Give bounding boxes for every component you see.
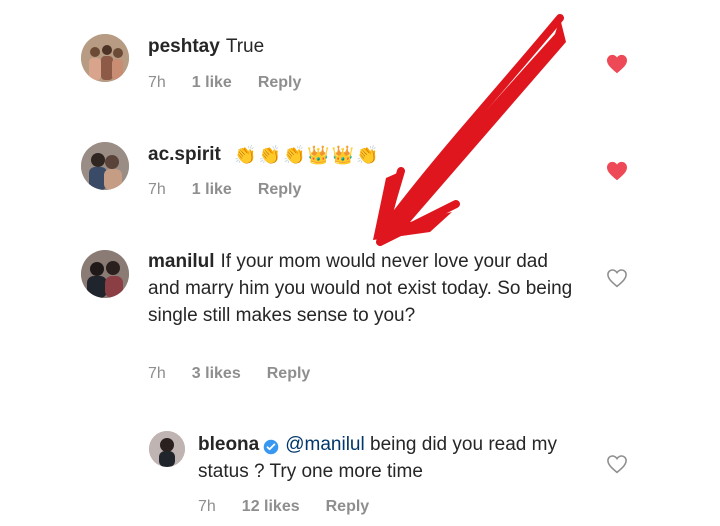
avatar[interactable] xyxy=(149,431,185,467)
crown-icon: 👑 xyxy=(331,144,355,165)
reply-button[interactable]: Reply xyxy=(258,181,302,198)
like-count[interactable]: 12 likes xyxy=(242,498,300,515)
reply-button[interactable]: Reply xyxy=(258,74,302,91)
username[interactable]: bleona xyxy=(198,434,259,455)
timestamp: 7h xyxy=(148,181,166,198)
comment-thread: peshtay True 7h 1 like Reply ac.spirit 👏 👏 👏 👑… xyxy=(0,0,720,526)
timestamp: 7h xyxy=(198,498,216,515)
heart-outline-icon[interactable] xyxy=(606,268,628,288)
heart-filled-icon[interactable] xyxy=(606,54,628,74)
reply-button[interactable]: Reply xyxy=(326,498,370,515)
avatar[interactable] xyxy=(81,142,129,190)
comment-text: True xyxy=(225,36,265,57)
comment-meta: 7h 1 like Reply xyxy=(148,74,327,92)
username[interactable]: peshtay xyxy=(148,36,220,57)
verified-badge-icon xyxy=(263,436,279,455)
avatar[interactable] xyxy=(81,250,129,298)
comment-meta: 7h 3 likes Reply xyxy=(148,365,336,383)
clapping-hands-icon: 👏 xyxy=(356,144,379,165)
crown-icon: 👑 xyxy=(307,144,330,165)
comment-body: ac.spirit 👏 👏 👏 👑 👑 👏 xyxy=(148,141,578,168)
reply-meta: 7h 12 likes Reply xyxy=(198,498,395,516)
clapping-hands-icon: 👏 xyxy=(283,144,306,165)
clapping-hands-icon: 👏 xyxy=(234,144,257,165)
reply-button[interactable]: Reply xyxy=(267,365,311,382)
username[interactable]: manilul xyxy=(148,251,215,272)
comment-body: manilul If your mom would never love your… xyxy=(148,248,578,329)
reply-body: bleona @manilul being did you read my sta… xyxy=(198,431,588,485)
comment-body: peshtay True xyxy=(148,33,578,60)
clapping-hands-icon: 👏 xyxy=(258,144,281,165)
username[interactable]: ac.spirit xyxy=(148,144,221,165)
comment-meta: 7h 1 like Reply xyxy=(148,181,327,199)
timestamp: 7h xyxy=(148,365,166,382)
like-count[interactable]: 1 like xyxy=(192,74,232,91)
heart-outline-icon[interactable] xyxy=(606,454,628,474)
heart-filled-icon[interactable] xyxy=(606,161,628,181)
timestamp: 7h xyxy=(148,74,166,91)
like-count[interactable]: 3 likes xyxy=(192,365,241,382)
avatar[interactable] xyxy=(81,34,129,82)
like-count[interactable]: 1 like xyxy=(192,181,232,198)
mention-link[interactable]: @manilul xyxy=(285,434,364,455)
